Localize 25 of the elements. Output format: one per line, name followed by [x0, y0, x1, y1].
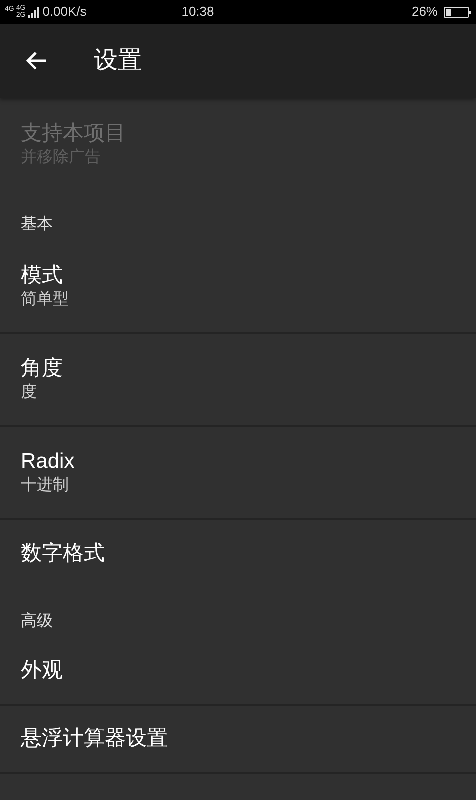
item-summary: 十进制 [21, 476, 70, 496]
item-title: 数字格式 [21, 541, 106, 567]
section-header: 高级 [21, 612, 53, 632]
item-title: 角度 [21, 356, 64, 382]
item-title: Radix [21, 448, 76, 474]
item-summary: 度 [21, 382, 38, 402]
item-title: 悬浮计算器设置 [21, 726, 169, 752]
item-title: 支持本项目 [21, 120, 127, 146]
battery-percent: 26% [412, 3, 438, 22]
item-summary: 简单型 [21, 290, 70, 310]
battery-icon [444, 6, 469, 18]
settings-item[interactable]: Radix 十进制 [0, 427, 476, 520]
settings-item[interactable]: 模式 简单型 [0, 241, 476, 334]
settings-item[interactable]: 数字格式 [0, 520, 476, 588]
section-header: 基本 [21, 214, 53, 235]
back-arrow-icon [25, 51, 47, 71]
item-title: 模式 [21, 262, 64, 288]
settings-item[interactable]: 悬浮计算器设置 [0, 706, 476, 774]
settings-item[interactable]: 外观 [0, 638, 476, 706]
signal-icon [28, 6, 40, 18]
screen-title: 设置 [94, 46, 142, 76]
item-title: 外观 [21, 658, 64, 684]
settings-item[interactable]: 角度 度 [0, 334, 476, 427]
network-speed: 0.00K/s [42, 3, 87, 22]
clock: 10:38 [182, 3, 214, 22]
